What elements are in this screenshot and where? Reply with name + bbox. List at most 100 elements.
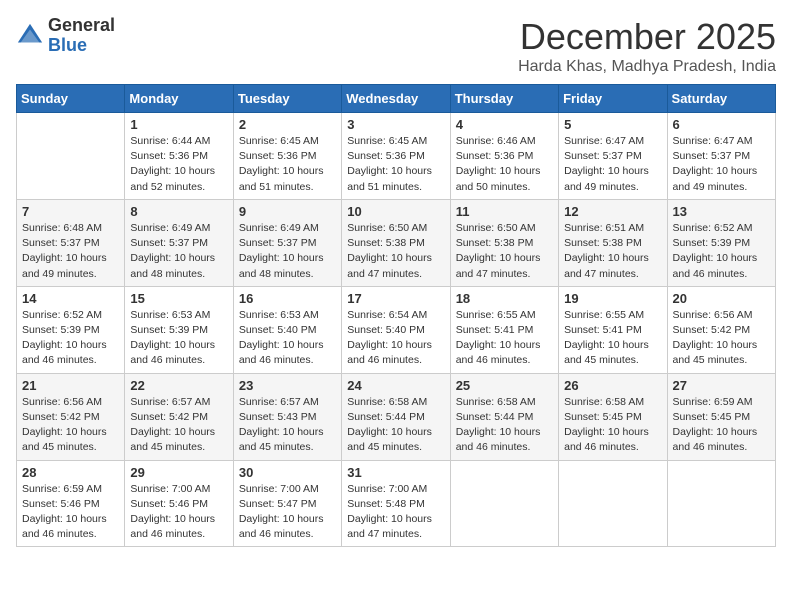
day-info: Sunrise: 6:54 AM Sunset: 5:40 PM Dayligh… bbox=[347, 308, 444, 369]
calendar-day-cell: 9Sunrise: 6:49 AM Sunset: 5:37 PM Daylig… bbox=[233, 199, 341, 286]
day-info: Sunrise: 6:51 AM Sunset: 5:38 PM Dayligh… bbox=[564, 221, 661, 282]
day-info: Sunrise: 6:57 AM Sunset: 5:42 PM Dayligh… bbox=[130, 395, 227, 456]
day-info: Sunrise: 6:58 AM Sunset: 5:44 PM Dayligh… bbox=[347, 395, 444, 456]
day-number: 10 bbox=[347, 204, 444, 219]
day-info: Sunrise: 6:49 AM Sunset: 5:37 PM Dayligh… bbox=[239, 221, 336, 282]
day-number: 7 bbox=[22, 204, 119, 219]
day-number: 4 bbox=[456, 117, 553, 132]
calendar-day-cell: 25Sunrise: 6:58 AM Sunset: 5:44 PM Dayli… bbox=[450, 373, 558, 460]
calendar-day-cell: 19 Sunrise: 6:55 AM Sunset: 5:41 PM Dayli… bbox=[559, 286, 667, 373]
day-info: Sunrise: 7:00 AM Sunset: 5:46 PM Dayligh… bbox=[130, 482, 227, 543]
day-number: 15 bbox=[130, 291, 227, 306]
day-info: Sunrise: 6:53 AM Sunset: 5:39 PM Dayligh… bbox=[130, 308, 227, 369]
calendar-day-cell: 20 Sunrise: 6:56 AM Sunset: 5:42 PM Dayli… bbox=[667, 286, 775, 373]
calendar-day-cell: 24 Sunrise: 6:58 AM Sunset: 5:44 PM Dayli… bbox=[342, 373, 450, 460]
day-info: Sunrise: 6:59 AM Sunset: 5:45 PM Dayligh… bbox=[673, 395, 770, 456]
calendar-day-cell: 15 Sunrise: 6:53 AM Sunset: 5:39 PM Dayli… bbox=[125, 286, 233, 373]
day-info: Sunrise: 6:47 AM Sunset: 5:37 PM Dayligh… bbox=[673, 134, 770, 195]
day-info: Sunrise: 6:53 AM Sunset: 5:40 PM Dayligh… bbox=[239, 308, 336, 369]
day-number: 16 bbox=[239, 291, 336, 306]
day-number: 6 bbox=[673, 117, 770, 132]
day-info: Sunrise: 6:56 AM Sunset: 5:42 PM Dayligh… bbox=[673, 308, 770, 369]
calendar-day-cell bbox=[450, 460, 558, 547]
calendar-day-cell: 14 Sunrise: 6:52 AM Sunset: 5:39 PM Dayli… bbox=[17, 286, 125, 373]
day-info: Sunrise: 6:45 AM Sunset: 5:36 PM Dayligh… bbox=[347, 134, 444, 195]
day-number: 2 bbox=[239, 117, 336, 132]
calendar-day-cell: 8 Sunrise: 6:49 AM Sunset: 5:37 PM Daylig… bbox=[125, 199, 233, 286]
day-info: Sunrise: 6:52 AM Sunset: 5:39 PM Dayligh… bbox=[673, 221, 770, 282]
day-info: Sunrise: 6:50 AM Sunset: 5:38 PM Dayligh… bbox=[347, 221, 444, 282]
calendar-day-cell: 26 Sunrise: 6:58 AM Sunset: 5:45 PM Dayli… bbox=[559, 373, 667, 460]
calendar-day-cell: 7 Sunrise: 6:48 AM Sunset: 5:37 PM Daylig… bbox=[17, 199, 125, 286]
day-info: Sunrise: 6:49 AM Sunset: 5:37 PM Dayligh… bbox=[130, 221, 227, 282]
day-number: 21 bbox=[22, 378, 119, 393]
day-number: 25 bbox=[456, 378, 553, 393]
logo-text: General Blue bbox=[48, 16, 115, 56]
day-info: Sunrise: 7:00 AM Sunset: 5:48 PM Dayligh… bbox=[347, 482, 444, 543]
day-info: Sunrise: 6:47 AM Sunset: 5:37 PM Dayligh… bbox=[564, 134, 661, 195]
location-subtitle: Harda Khas, Madhya Pradesh, India bbox=[518, 58, 776, 76]
day-number: 11 bbox=[456, 204, 553, 219]
weekday-header-cell: Tuesday bbox=[233, 85, 341, 113]
weekday-header-row: SundayMondayTuesdayWednesdayThursdayFrid… bbox=[17, 85, 776, 113]
day-number: 24 bbox=[347, 378, 444, 393]
calendar-table: SundayMondayTuesdayWednesdayThursdayFrid… bbox=[16, 84, 776, 547]
day-number: 27 bbox=[673, 378, 770, 393]
logo-general: General bbox=[48, 16, 115, 36]
calendar-day-cell: 28 Sunrise: 6:59 AM Sunset: 5:46 PM Dayli… bbox=[17, 460, 125, 547]
calendar-day-cell: 11 Sunrise: 6:50 AM Sunset: 5:38 PM Dayli… bbox=[450, 199, 558, 286]
day-info: Sunrise: 6:56 AM Sunset: 5:42 PM Dayligh… bbox=[22, 395, 119, 456]
page-header: General Blue December 2025 Harda Khas, M… bbox=[16, 16, 776, 76]
day-number: 17 bbox=[347, 291, 444, 306]
day-number: 8 bbox=[130, 204, 227, 219]
day-info: Sunrise: 6:55 AM Sunset: 5:41 PM Dayligh… bbox=[564, 308, 661, 369]
day-info: Sunrise: 6:50 AM Sunset: 5:38 PM Dayligh… bbox=[456, 221, 553, 282]
day-number: 26 bbox=[564, 378, 661, 393]
title-block: December 2025 Harda Khas, Madhya Pradesh… bbox=[518, 16, 776, 76]
calendar-week-row: 28 Sunrise: 6:59 AM Sunset: 5:46 PM Dayli… bbox=[17, 460, 776, 547]
calendar-day-cell: 29Sunrise: 7:00 AM Sunset: 5:46 PM Dayli… bbox=[125, 460, 233, 547]
day-number: 14 bbox=[22, 291, 119, 306]
calendar-day-cell: 17 Sunrise: 6:54 AM Sunset: 5:40 PM Dayli… bbox=[342, 286, 450, 373]
day-info: Sunrise: 6:58 AM Sunset: 5:45 PM Dayligh… bbox=[564, 395, 661, 456]
day-number: 19 bbox=[564, 291, 661, 306]
day-info: Sunrise: 6:59 AM Sunset: 5:46 PM Dayligh… bbox=[22, 482, 119, 543]
calendar-day-cell: 30Sunrise: 7:00 AM Sunset: 5:47 PM Dayli… bbox=[233, 460, 341, 547]
calendar-day-cell: 4 Sunrise: 6:46 AM Sunset: 5:36 PM Daylig… bbox=[450, 113, 558, 200]
calendar-day-cell: 31Sunrise: 7:00 AM Sunset: 5:48 PM Dayli… bbox=[342, 460, 450, 547]
day-number: 28 bbox=[22, 465, 119, 480]
logo: General Blue bbox=[16, 16, 115, 56]
logo-icon bbox=[16, 22, 44, 50]
day-info: Sunrise: 6:52 AM Sunset: 5:39 PM Dayligh… bbox=[22, 308, 119, 369]
calendar-day-cell bbox=[559, 460, 667, 547]
weekday-header-cell: Wednesday bbox=[342, 85, 450, 113]
day-info: Sunrise: 6:48 AM Sunset: 5:37 PM Dayligh… bbox=[22, 221, 119, 282]
calendar-day-cell: 2Sunrise: 6:45 AM Sunset: 5:36 PM Daylig… bbox=[233, 113, 341, 200]
day-number: 13 bbox=[673, 204, 770, 219]
day-number: 1 bbox=[130, 117, 227, 132]
calendar-day-cell bbox=[667, 460, 775, 547]
calendar-day-cell: 27 Sunrise: 6:59 AM Sunset: 5:45 PM Dayli… bbox=[667, 373, 775, 460]
weekday-header-cell: Sunday bbox=[17, 85, 125, 113]
calendar-day-cell: 12Sunrise: 6:51 AM Sunset: 5:38 PM Dayli… bbox=[559, 199, 667, 286]
calendar-day-cell: 13 Sunrise: 6:52 AM Sunset: 5:39 PM Dayli… bbox=[667, 199, 775, 286]
day-number: 22 bbox=[130, 378, 227, 393]
weekday-header-cell: Monday bbox=[125, 85, 233, 113]
calendar-body: 1 Sunrise: 6:44 AM Sunset: 5:36 PM Daylig… bbox=[17, 113, 776, 547]
weekday-header-cell: Saturday bbox=[667, 85, 775, 113]
calendar-day-cell: 16 Sunrise: 6:53 AM Sunset: 5:40 PM Dayli… bbox=[233, 286, 341, 373]
calendar-week-row: 1 Sunrise: 6:44 AM Sunset: 5:36 PM Daylig… bbox=[17, 113, 776, 200]
calendar-day-cell: 23 Sunrise: 6:57 AM Sunset: 5:43 PM Dayli… bbox=[233, 373, 341, 460]
calendar-day-cell: 18Sunrise: 6:55 AM Sunset: 5:41 PM Dayli… bbox=[450, 286, 558, 373]
day-number: 20 bbox=[673, 291, 770, 306]
day-info: Sunrise: 6:44 AM Sunset: 5:36 PM Dayligh… bbox=[130, 134, 227, 195]
day-info: Sunrise: 6:57 AM Sunset: 5:43 PM Dayligh… bbox=[239, 395, 336, 456]
calendar-day-cell: 3Sunrise: 6:45 AM Sunset: 5:36 PM Daylig… bbox=[342, 113, 450, 200]
calendar-day-cell: 10 Sunrise: 6:50 AM Sunset: 5:38 PM Dayli… bbox=[342, 199, 450, 286]
calendar-day-cell: 22 Sunrise: 6:57 AM Sunset: 5:42 PM Dayli… bbox=[125, 373, 233, 460]
calendar-week-row: 7 Sunrise: 6:48 AM Sunset: 5:37 PM Daylig… bbox=[17, 199, 776, 286]
day-info: Sunrise: 6:55 AM Sunset: 5:41 PM Dayligh… bbox=[456, 308, 553, 369]
day-number: 23 bbox=[239, 378, 336, 393]
day-info: Sunrise: 6:46 AM Sunset: 5:36 PM Dayligh… bbox=[456, 134, 553, 195]
day-number: 30 bbox=[239, 465, 336, 480]
